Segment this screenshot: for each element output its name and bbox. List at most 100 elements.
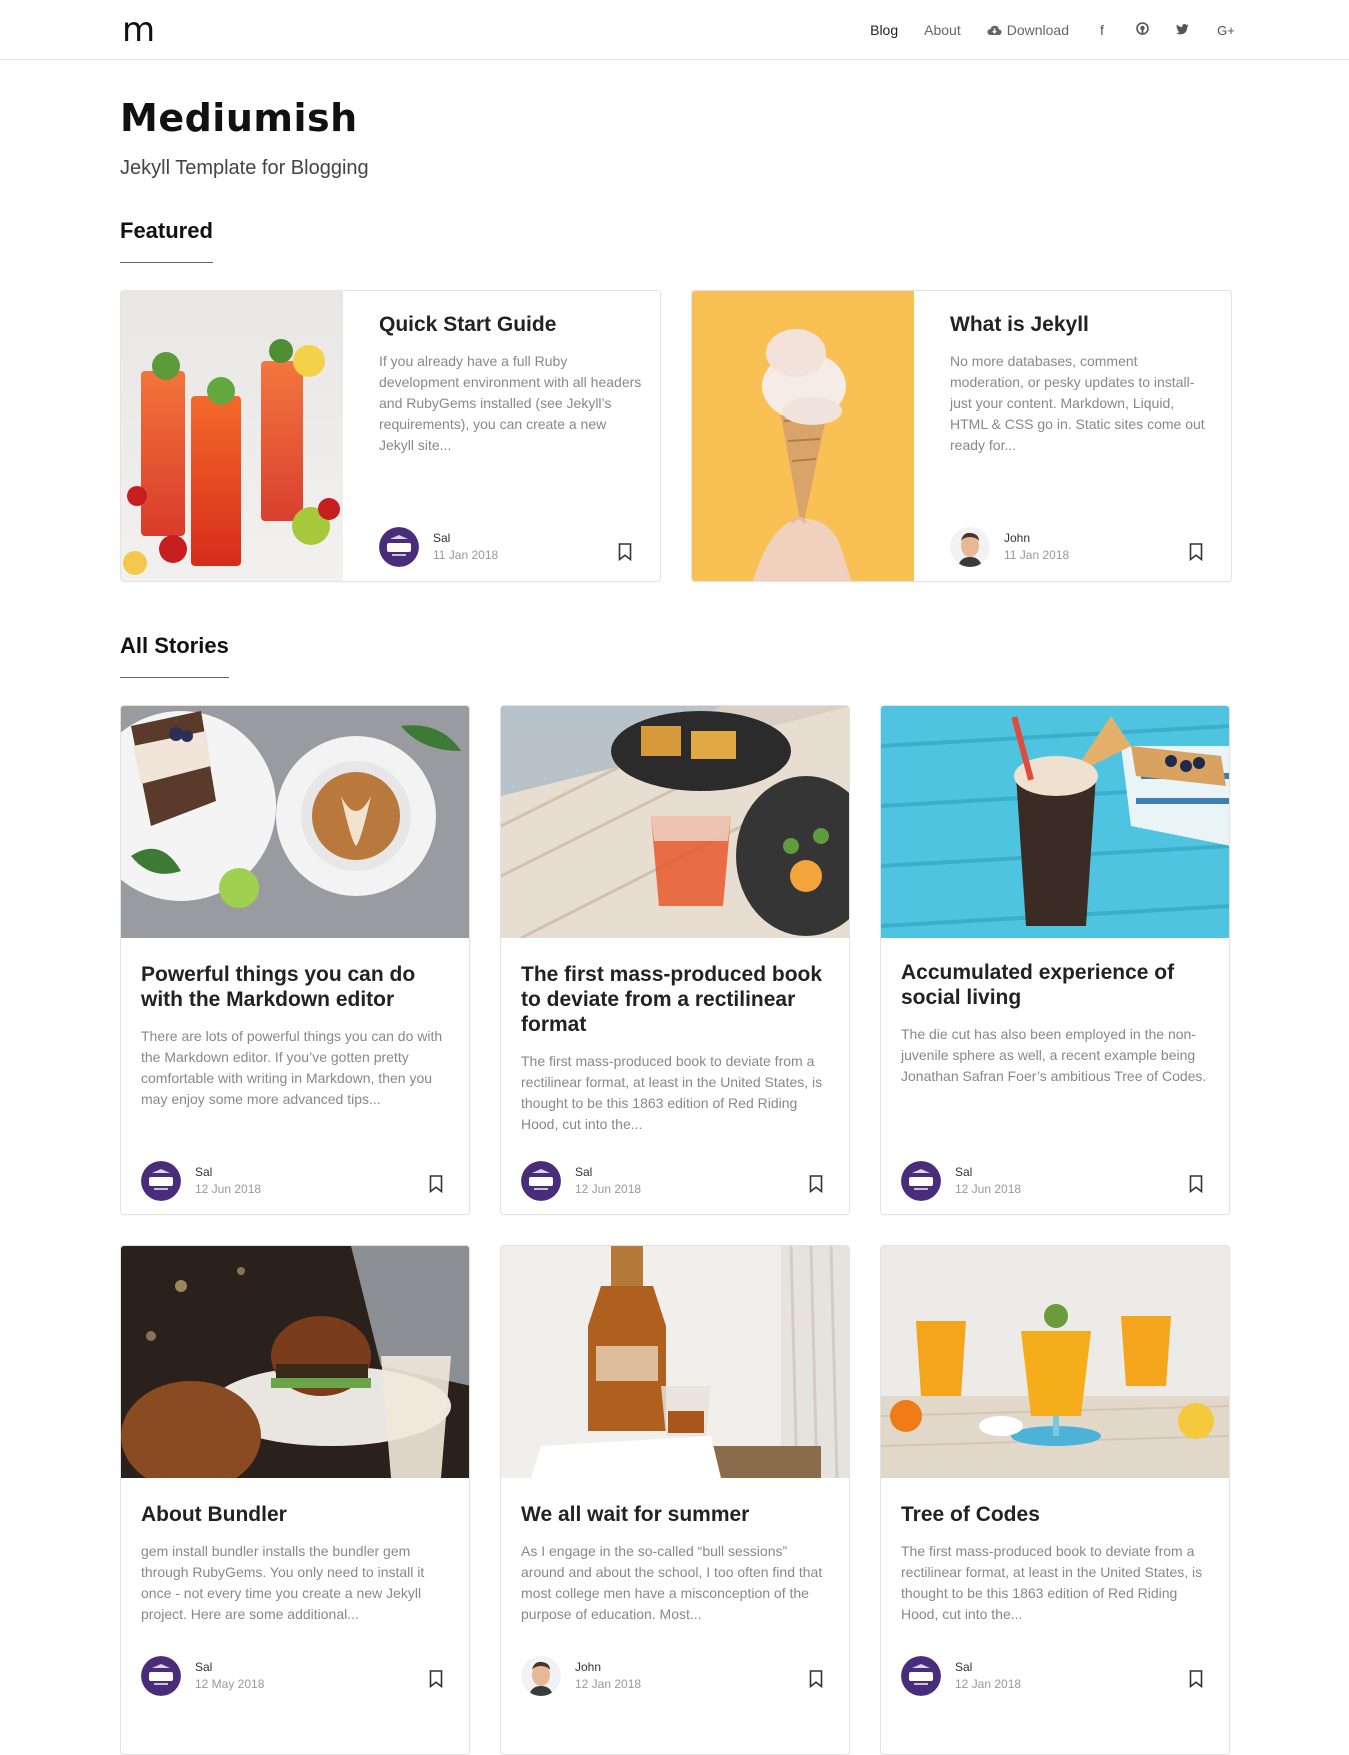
nav-blog-link[interactable]: Blog bbox=[870, 22, 898, 38]
author-name[interactable]: Sal bbox=[195, 1164, 261, 1181]
story-excerpt: gem install bundler installs the bundler… bbox=[141, 1543, 425, 1622]
avatar[interactable] bbox=[379, 527, 419, 567]
nav-about-link[interactable]: About bbox=[924, 22, 961, 38]
story-card[interactable]: The first mass-produced book to deviate … bbox=[500, 705, 850, 1215]
author-name[interactable]: Sal bbox=[955, 1659, 1021, 1676]
github-icon[interactable] bbox=[1135, 22, 1149, 38]
post-meta: John 11 Jan 2018 bbox=[950, 527, 1069, 567]
main-nav: Blog About Download f G+ bbox=[870, 0, 1237, 60]
bookmark-icon[interactable] bbox=[429, 1670, 443, 1688]
post-date: 11 Jan 2018 bbox=[433, 548, 499, 562]
avatar[interactable] bbox=[901, 1656, 941, 1696]
story-card[interactable]: Tree of Codes The first mass-produced bo… bbox=[880, 1245, 1230, 1755]
featured-image-icecream[interactable] bbox=[692, 291, 914, 582]
bookmark-icon[interactable] bbox=[618, 543, 632, 561]
author-name[interactable]: Sal bbox=[955, 1164, 1021, 1181]
story-title[interactable]: The first mass-produced book to deviate … bbox=[521, 962, 833, 1037]
bookmark-icon[interactable] bbox=[809, 1670, 823, 1688]
post-date: 12 Jun 2018 bbox=[955, 1182, 1022, 1196]
bookmark-icon[interactable] bbox=[809, 1175, 823, 1193]
story-excerpt: As I engage in the so-called “bull sessi… bbox=[521, 1543, 823, 1622]
story-excerpt: The first mass-produced book to deviate … bbox=[521, 1053, 823, 1132]
facebook-icon[interactable]: f bbox=[1095, 22, 1109, 38]
author-name[interactable]: Sal bbox=[433, 530, 498, 547]
post-date: 12 Jun 2018 bbox=[575, 1182, 642, 1196]
stories-heading-label: All Stories bbox=[120, 633, 229, 678]
avatar[interactable] bbox=[901, 1161, 941, 1201]
story-image-whiskey[interactable] bbox=[501, 1246, 850, 1478]
site-subtitle: Jekyll Template for Blogging bbox=[120, 157, 369, 179]
story-excerpt: The die cut has also been employed in th… bbox=[901, 1026, 1207, 1084]
story-card-body: About Bundler gem install bundler instal… bbox=[141, 1502, 453, 1625]
story-title[interactable]: About Bundler bbox=[141, 1502, 453, 1527]
featured-card-body: What is Jekyll No more databases, commen… bbox=[950, 311, 1215, 456]
post-meta-text: Sal 12 Jun 2018 bbox=[955, 1164, 1021, 1198]
featured-card[interactable]: Quick Start Guide If you already have a … bbox=[120, 290, 661, 582]
story-title[interactable]: Powerful things you can do with the Mark… bbox=[141, 962, 453, 1012]
twitter-icon[interactable] bbox=[1175, 22, 1189, 38]
story-image-iced-coffee[interactable] bbox=[881, 706, 1230, 938]
post-meta-text: John 12 Jan 2018 bbox=[575, 1659, 641, 1693]
featured-card[interactable]: What is Jekyll No more databases, commen… bbox=[691, 290, 1232, 582]
site-title: Mediumish bbox=[120, 96, 358, 140]
featured-excerpt: If you already have a full Ruby developm… bbox=[379, 353, 642, 453]
story-card[interactable]: Powerful things you can do with the Mark… bbox=[120, 705, 470, 1215]
stories-section-heading: All Stories bbox=[120, 633, 1232, 678]
featured-title[interactable]: Quick Start Guide bbox=[379, 311, 644, 339]
google-plus-icon[interactable]: G+ bbox=[1215, 23, 1237, 38]
post-meta: John 12 Jan 2018 bbox=[521, 1656, 641, 1696]
author-name[interactable]: Sal bbox=[575, 1164, 641, 1181]
post-meta: Sal 12 May 2018 bbox=[141, 1656, 264, 1696]
featured-excerpt: No more databases, comment moderation, o… bbox=[950, 353, 1205, 453]
author-name[interactable]: John bbox=[1004, 530, 1069, 547]
featured-heading-label: Featured bbox=[120, 218, 213, 263]
post-meta: Sal 12 Jan 2018 bbox=[901, 1656, 1021, 1696]
avatar[interactable] bbox=[950, 527, 990, 567]
story-image-coffee[interactable] bbox=[121, 706, 470, 938]
avatar[interactable] bbox=[141, 1161, 181, 1201]
story-title[interactable]: We all wait for summer bbox=[521, 1502, 833, 1527]
bookmark-icon[interactable] bbox=[1189, 1670, 1203, 1688]
featured-title[interactable]: What is Jekyll bbox=[950, 311, 1215, 339]
story-card-body: Tree of Codes The first mass-produced bo… bbox=[901, 1502, 1213, 1625]
story-image-drink-table[interactable] bbox=[501, 706, 850, 938]
story-card[interactable]: We all wait for summer As I engage in th… bbox=[500, 1245, 850, 1755]
nav-download-link[interactable]: Download bbox=[987, 22, 1069, 38]
post-meta: Sal 11 Jan 2018 bbox=[379, 527, 498, 567]
story-card-body: Powerful things you can do with the Mark… bbox=[141, 962, 453, 1110]
avatar[interactable] bbox=[521, 1161, 561, 1201]
post-meta-text: Sal 12 Jun 2018 bbox=[195, 1164, 261, 1198]
featured-card-body: Quick Start Guide If you already have a … bbox=[379, 311, 644, 456]
story-title[interactable]: Tree of Codes bbox=[901, 1502, 1213, 1527]
story-image-burger[interactable] bbox=[121, 1246, 470, 1478]
cloud-download-icon bbox=[987, 25, 1002, 35]
featured-section-heading: Featured bbox=[120, 218, 1232, 263]
story-title[interactable]: Accumulated experience of social living bbox=[901, 960, 1213, 1010]
post-date: 12 Jan 2018 bbox=[955, 1677, 1022, 1691]
avatar[interactable] bbox=[521, 1656, 561, 1696]
post-meta: Sal 12 Jun 2018 bbox=[141, 1161, 261, 1201]
top-navbar: m Blog About Download f G+ bbox=[0, 0, 1349, 60]
bookmark-icon[interactable] bbox=[1189, 1175, 1203, 1193]
post-date: 11 Jan 2018 bbox=[1004, 548, 1070, 562]
nav-download-label: Download bbox=[1006, 22, 1069, 38]
story-image-citrus-drinks[interactable] bbox=[881, 1246, 1230, 1478]
post-date: 12 Jun 2018 bbox=[195, 1182, 262, 1196]
featured-image-cocktails[interactable] bbox=[121, 291, 343, 582]
post-meta-text: Sal 12 Jan 2018 bbox=[955, 1659, 1021, 1693]
post-meta-text: Sal 11 Jan 2018 bbox=[433, 530, 498, 564]
post-date: 12 Jan 2018 bbox=[575, 1677, 642, 1691]
post-meta: Sal 12 Jun 2018 bbox=[521, 1161, 641, 1201]
story-card[interactable]: About Bundler gem install bundler instal… bbox=[120, 1245, 470, 1755]
site-logo[interactable]: m bbox=[122, 10, 155, 50]
story-excerpt: The first mass-produced book to deviate … bbox=[901, 1543, 1203, 1622]
author-name[interactable]: Sal bbox=[195, 1659, 264, 1676]
bookmark-icon[interactable] bbox=[429, 1175, 443, 1193]
featured-heading-divider bbox=[120, 262, 1232, 263]
bookmark-icon[interactable] bbox=[1189, 543, 1203, 561]
avatar[interactable] bbox=[141, 1656, 181, 1696]
author-name[interactable]: John bbox=[575, 1659, 641, 1676]
post-date: 12 May 2018 bbox=[195, 1677, 265, 1691]
story-card[interactable]: Accumulated experience of social living … bbox=[880, 705, 1230, 1215]
post-meta-text: John 11 Jan 2018 bbox=[1004, 530, 1069, 564]
